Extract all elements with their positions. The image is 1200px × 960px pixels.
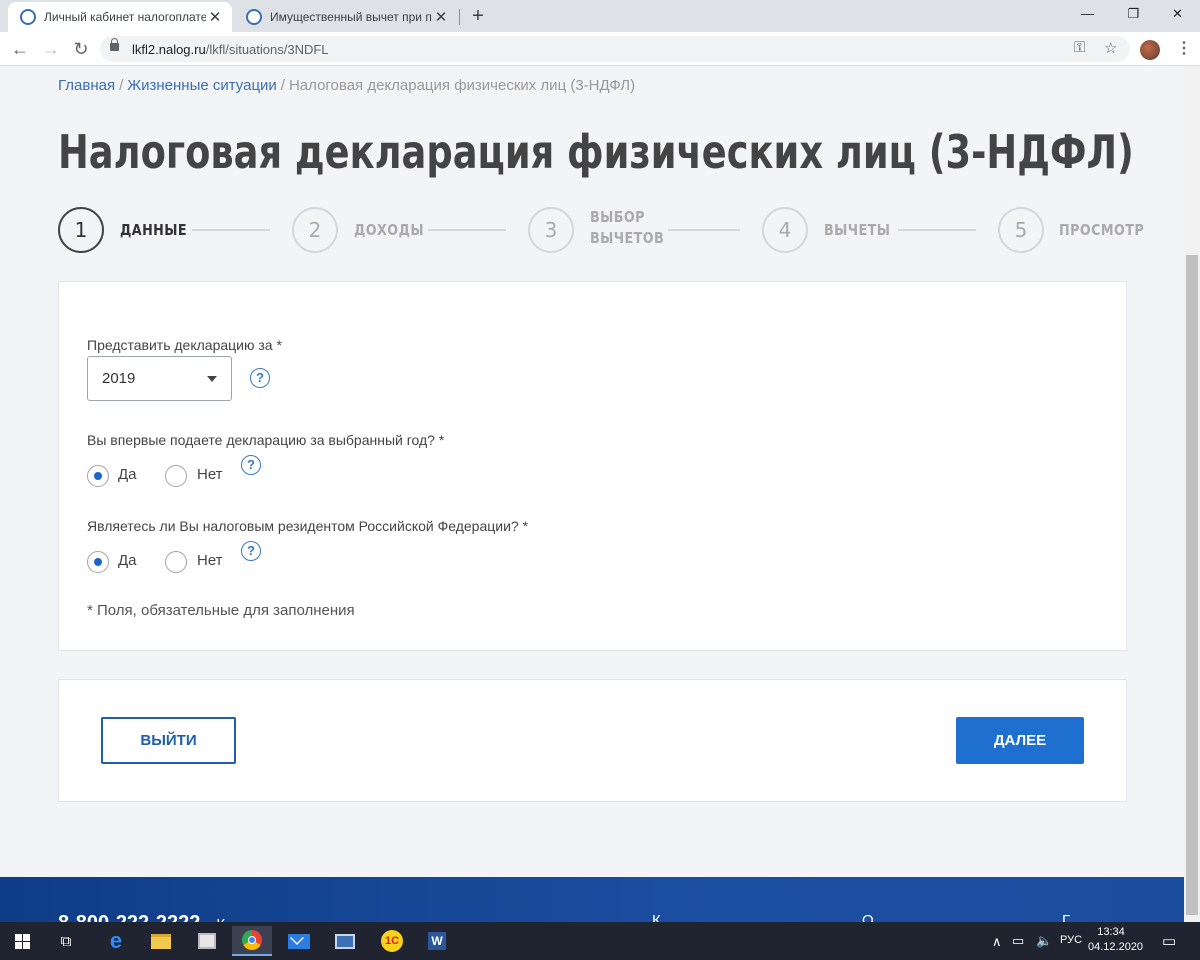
- task-view-icon[interactable]: ⧉: [46, 926, 86, 956]
- remote-icon[interactable]: [325, 926, 365, 956]
- first-time-label: Вы впервые подаете декларацию за выбранн…: [87, 432, 445, 448]
- first-time-no-label[interactable]: Нет: [197, 466, 223, 483]
- close-window-icon[interactable]: ✕: [1155, 0, 1200, 30]
- page-content: Главная / Жизненные ситуации / Налоговая дек…: [0, 67, 1184, 922]
- step-4-label[interactable]: ВЫЧЕТЫ: [824, 220, 890, 241]
- tab-title: Личный кабинет налогоплатель: [44, 10, 206, 24]
- step-connector: [428, 229, 506, 231]
- breadcrumb-situations-link[interactable]: Жизненные ситуации: [127, 77, 277, 94]
- declaration-form-card: Представить декларацию за * 2019 ? Вы вп…: [58, 281, 1127, 651]
- step-connector: [668, 229, 740, 231]
- scrollbar-thumb[interactable]: [1186, 255, 1198, 915]
- language-indicator[interactable]: РУС: [1060, 934, 1082, 946]
- browser-toolbar: ← → ↻ lkfl2.nalog.ru/lkfl/situations/3ND…: [0, 32, 1200, 66]
- url-path: /lkfl/situations/3NDFL: [205, 42, 329, 57]
- resident-label: Являетесь ли Вы налоговым резидентом Рос…: [87, 518, 529, 534]
- breadcrumb-current: Налоговая декларация физических лиц (3-Н…: [288, 77, 636, 94]
- start-icon[interactable]: [2, 926, 42, 956]
- network-icon[interactable]: ▭: [1012, 933, 1024, 949]
- lock-icon[interactable]: [110, 38, 119, 51]
- year-select-value: 2019: [102, 370, 136, 387]
- 1c-icon[interactable]: 1С: [372, 926, 412, 956]
- step-3-label-line1[interactable]: ВЫБОР: [590, 207, 645, 228]
- step-connector: [898, 229, 976, 231]
- first-time-yes-label[interactable]: Да: [118, 466, 137, 483]
- edge-icon[interactable]: e: [96, 926, 136, 956]
- windows-taskbar: ⧉ e 1С W ∧ ▭ 🔈 РУС 13:34 04.12.2020 ▭: [0, 922, 1200, 960]
- footer-link-2[interactable]: О: [862, 912, 874, 922]
- year-help-icon[interactable]: ?: [250, 368, 270, 388]
- breadcrumb-separator: /: [280, 77, 285, 94]
- required-fields-note: * Поля, обязательные для заполнения: [87, 602, 355, 619]
- clock-time: 13:34: [1097, 926, 1125, 938]
- tab-tax-cabinet[interactable]: Личный кабинет налогоплатель ✕: [8, 2, 232, 32]
- address-bar[interactable]: lkfl2.nalog.ru/lkfl/situations/3NDFL ⚿ ☆: [100, 36, 1130, 62]
- step-3-circle[interactable]: 3: [528, 207, 574, 253]
- year-label: Представить декларацию за *: [87, 337, 282, 353]
- first-time-help-icon[interactable]: ?: [241, 455, 261, 475]
- system-clock[interactable]: 13:34 04.12.2020: [1088, 925, 1144, 955]
- key-icon[interactable]: ⚿: [1074, 39, 1085, 56]
- reload-icon[interactable]: ↻: [70, 38, 92, 60]
- step-4-circle[interactable]: 4: [762, 207, 808, 253]
- nalog-favicon-icon: [246, 9, 262, 25]
- step-2-circle[interactable]: 2: [292, 207, 338, 253]
- chevron-down-icon: [207, 376, 217, 382]
- nalog-favicon-icon: [20, 9, 36, 25]
- resident-no-radio[interactable]: [165, 551, 187, 573]
- back-icon[interactable]: ←: [9, 38, 31, 60]
- step-2-label[interactable]: ДОХОДЫ: [354, 220, 424, 241]
- word-icon[interactable]: W: [417, 926, 457, 956]
- clock-date: 04.12.2020: [1088, 941, 1144, 953]
- tray-chevron-icon[interactable]: ∧: [992, 934, 1002, 950]
- tab-title: Имущественный вычет при пр: [270, 10, 432, 24]
- url-text: lkfl2.nalog.ru/lkfl/situations/3NDFL: [132, 42, 329, 57]
- footer-link-3[interactable]: Г: [1062, 912, 1070, 922]
- resident-no-label[interactable]: Нет: [197, 552, 223, 569]
- forward-icon[interactable]: →: [40, 38, 62, 60]
- wizard-stepper: 1 ДАННЫЕ 2 ДОХОДЫ 3 ВЫБОР ВЫЧЕТОВ 4 ВЫЧЕ…: [58, 207, 1144, 255]
- footer-link-1[interactable]: К: [652, 912, 661, 922]
- close-tab-icon[interactable]: ✕: [432, 8, 450, 26]
- breadcrumb-home-link[interactable]: Главная: [58, 77, 115, 94]
- url-host: lkfl2.nalog.ru: [132, 42, 206, 57]
- exit-button[interactable]: ВЫЙТИ: [101, 717, 236, 764]
- tab-divider: [459, 9, 460, 25]
- minimize-icon[interactable]: —: [1065, 0, 1110, 30]
- first-time-no-radio[interactable]: [165, 465, 187, 487]
- resident-yes-radio[interactable]: [87, 551, 109, 573]
- year-select[interactable]: 2019: [87, 356, 232, 401]
- resident-yes-label[interactable]: Да: [118, 552, 137, 569]
- step-5-circle[interactable]: 5: [998, 207, 1044, 253]
- volume-icon[interactable]: 🔈: [1036, 933, 1052, 949]
- star-icon[interactable]: ☆: [1104, 39, 1117, 57]
- step-5-label[interactable]: ПРОСМОТР: [1059, 220, 1144, 241]
- mail-icon[interactable]: [279, 926, 319, 956]
- site-footer: 8-800-222-2222К К О Г: [0, 877, 1184, 922]
- step-1-label[interactable]: ДАННЫЕ: [120, 220, 187, 241]
- step-1-circle[interactable]: 1: [58, 207, 104, 253]
- actions-card: ВЫЙТИ ДАЛЕЕ: [58, 679, 1127, 802]
- menu-icon[interactable]: ⋮: [1176, 38, 1192, 58]
- footer-phone: 8-800-222-2222К: [58, 912, 225, 922]
- notifications-icon[interactable]: ▭: [1162, 932, 1176, 950]
- next-button[interactable]: ДАЛЕЕ: [956, 717, 1084, 764]
- breadcrumb: Главная / Жизненные ситуации / Налоговая дек…: [58, 77, 635, 94]
- step-connector: [192, 229, 270, 231]
- tab-property-deduction[interactable]: Имущественный вычет при пр ✕: [234, 2, 458, 32]
- avatar[interactable]: [1140, 40, 1160, 60]
- footer-phone-number[interactable]: 8-800-222-2222: [58, 912, 200, 922]
- explorer-icon[interactable]: [141, 926, 181, 956]
- resident-help-icon[interactable]: ?: [241, 541, 261, 561]
- close-tab-icon[interactable]: ✕: [206, 8, 224, 26]
- step-3-label-line2[interactable]: ВЫЧЕТОВ: [590, 228, 664, 249]
- page-title: Налоговая декларация физических лиц (3-Н…: [58, 125, 1134, 179]
- first-time-yes-radio[interactable]: [87, 465, 109, 487]
- new-tab-icon[interactable]: +: [468, 4, 488, 28]
- store-icon[interactable]: [187, 926, 227, 956]
- restore-icon[interactable]: ❐: [1111, 0, 1156, 30]
- breadcrumb-separator: /: [119, 77, 124, 94]
- chrome-icon[interactable]: [232, 926, 272, 956]
- browser-tab-strip: Личный кабинет налогоплатель ✕ Имуществе…: [0, 0, 1200, 32]
